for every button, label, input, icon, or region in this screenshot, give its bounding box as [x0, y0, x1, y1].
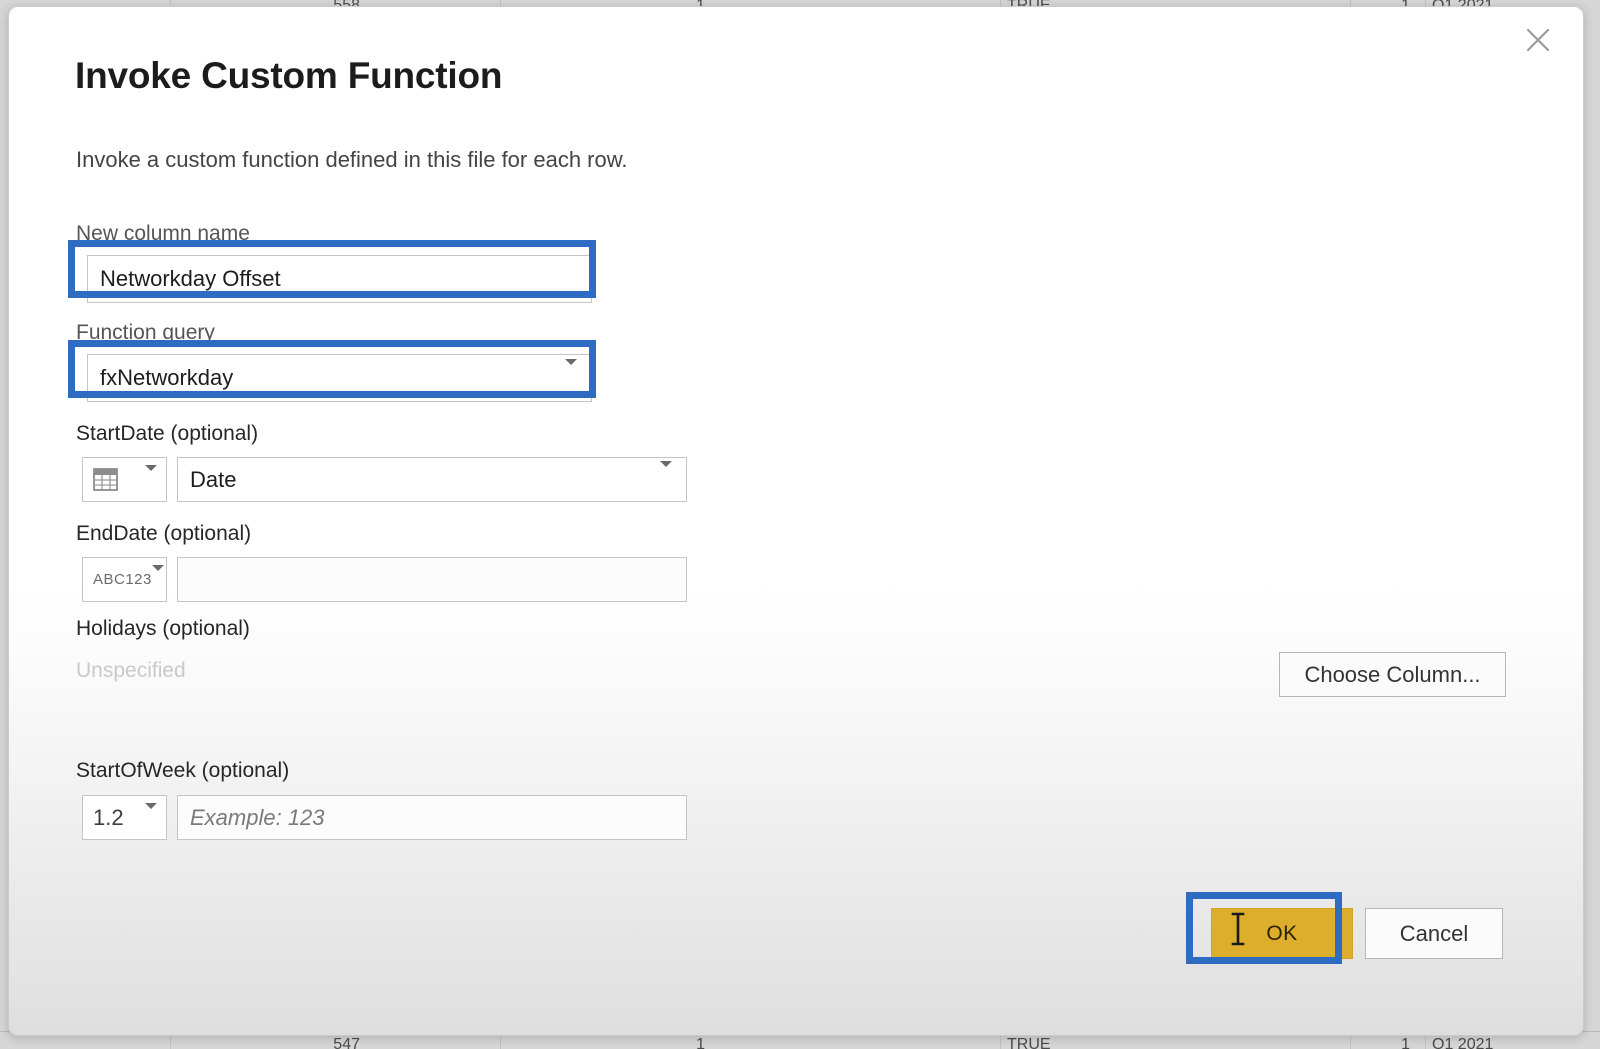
end-date-input[interactable]	[177, 557, 687, 602]
holidays-value: Unspecified	[76, 659, 186, 682]
choose-column-button[interactable]: Choose Column...	[1279, 652, 1506, 697]
function-query-dropdown[interactable]: fxNetworkday	[87, 354, 592, 402]
invoke-custom-function-dialog: Invoke Custom Function Invoke a custom f…	[8, 6, 1584, 1036]
chevron-down-icon	[565, 359, 577, 391]
cancel-button[interactable]: Cancel	[1365, 908, 1503, 959]
start-date-value-dropdown[interactable]: Date	[177, 457, 687, 502]
chevron-down-icon	[145, 802, 157, 827]
dialog-title: Invoke Custom Function	[75, 55, 503, 96]
table-icon	[93, 468, 118, 491]
start-of-week-input[interactable]: Example: 123	[177, 795, 687, 840]
dialog-subtitle: Invoke a custom function defined in this…	[76, 147, 628, 172]
close-icon[interactable]	[1515, 17, 1561, 63]
abc123-icon: ABC 123	[93, 571, 152, 588]
start-date-value: Date	[190, 466, 237, 492]
new-column-name-input[interactable]: Networkday Offset	[87, 255, 592, 303]
chevron-down-icon	[145, 464, 157, 489]
screen: 558 1 TRUE 1 Q1 2021 547 1 TRUE 1 Q1 202…	[0, 0, 1600, 1049]
function-query-label: Function query	[76, 321, 215, 344]
end-date-type-selector[interactable]: ABC 123	[82, 557, 167, 602]
end-date-label: EndDate (optional)	[76, 522, 252, 545]
ok-button-label: OK	[1266, 921, 1298, 945]
start-date-label: StartDate (optional)	[76, 422, 259, 445]
start-of-week-label: StartOfWeek (optional)	[76, 759, 290, 782]
new-column-name-label: New column name	[76, 222, 250, 245]
text-cursor	[1229, 912, 1247, 946]
chevron-down-icon	[660, 460, 672, 493]
function-query-value: fxNetworkday	[100, 365, 234, 390]
chevron-down-icon	[151, 564, 164, 589]
holidays-label: Holidays (optional)	[76, 617, 250, 640]
decimal-number-icon: 1.2	[93, 804, 124, 830]
start-date-type-selector[interactable]	[82, 457, 167, 502]
start-of-week-type-selector[interactable]: 1.2	[82, 795, 167, 840]
